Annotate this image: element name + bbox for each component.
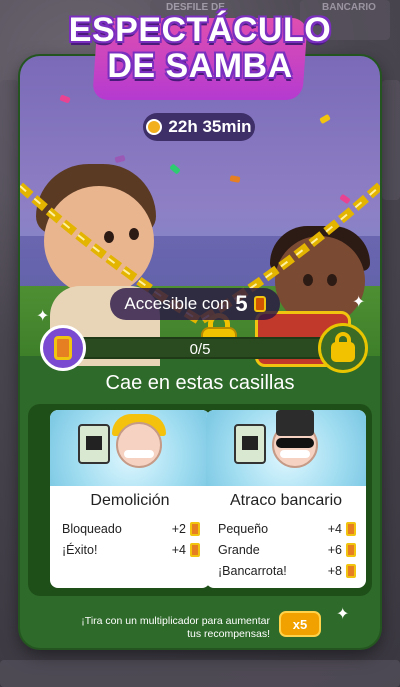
card-art <box>50 410 210 486</box>
progress-bar: 0/5 <box>68 337 332 359</box>
unlock-amount: 5 <box>235 291 248 316</box>
reward-value: +2 <box>171 521 186 536</box>
drum-token-icon <box>190 521 200 536</box>
reward-row: Grande +6 <box>218 539 356 560</box>
unlock-requirement: Accesible con 5 <box>110 288 280 320</box>
reward-label: Grande <box>218 542 260 557</box>
drum-token-icon <box>346 521 356 536</box>
event-timer: 22h 35min <box>143 113 255 141</box>
mustache-icon <box>124 450 154 458</box>
unlock-prefix: Accesible con <box>124 294 230 313</box>
reward-list: Bloqueado +2 ¡Éxito! +4 <box>62 518 200 560</box>
reward-row: Bloqueado +2 <box>62 518 200 539</box>
multiplier-hint: ¡Tira con un multiplicador para aumentar… <box>81 615 270 640</box>
board-tile <box>0 80 18 200</box>
title-line-2: DE SAMBA <box>107 47 293 85</box>
drum-token-icon <box>54 336 72 360</box>
card-name: Demolición <box>90 492 170 509</box>
board-tile-icon <box>234 424 266 464</box>
sparkle-icon: ✦ <box>352 294 366 311</box>
top-hat-icon <box>276 410 314 436</box>
reward-label: Bloqueado <box>62 521 122 536</box>
confetti <box>59 94 71 104</box>
drum-token-icon <box>190 542 200 557</box>
card-art <box>206 410 366 486</box>
reward-label: ¡Bancarrota! <box>218 563 287 578</box>
tile-card-bank-heist: Atraco bancario Pequeño +4 Grande +6 ¡Ba… <box>206 410 366 588</box>
event-title: ESPECTÁCULO DE SAMBA <box>0 12 400 84</box>
reward-label: Pequeño <box>218 521 269 536</box>
progress-text: 0/5 <box>189 341 211 358</box>
board-tile <box>0 660 400 687</box>
padlock-icon <box>318 323 368 373</box>
section-title: Cae en estas casillas <box>105 372 295 394</box>
reward-row: Pequeño +4 <box>218 518 356 539</box>
card-name: Atraco bancario <box>229 492 343 509</box>
reward-value: +6 <box>327 542 342 557</box>
reward-row: ¡Éxito! +4 <box>62 539 200 560</box>
sparkle-icon: ✦ <box>36 308 50 325</box>
drum-token-icon <box>346 542 356 557</box>
multiplier-button[interactable]: x5 <box>279 611 321 637</box>
reward-list: Pequeño +4 Grande +6 ¡Bancarrota! +8 <box>218 518 356 581</box>
sparkle-icon: ✦ <box>336 606 350 623</box>
tiles-panel: Demolición Bloqueado +2 ¡Éxito! +4 Atrac… <box>28 404 372 596</box>
stopwatch-icon <box>146 119 163 135</box>
board-tile-icon <box>78 424 110 464</box>
mr-monopoly-face-icon <box>116 422 162 468</box>
robber-mask-icon <box>276 438 314 448</box>
reward-value: +8 <box>327 563 342 578</box>
board-tile <box>382 80 400 200</box>
tile-card-demolition: Demolición Bloqueado +2 ¡Éxito! +4 <box>50 410 210 588</box>
unlock-progress: 0/5 <box>40 323 368 373</box>
reward-label: ¡Éxito! <box>62 542 98 557</box>
title-line-1: ESPECTÁCULO <box>68 11 332 49</box>
drum-token-badge <box>40 325 86 371</box>
mustache-icon <box>280 450 310 458</box>
reward-value: +4 <box>327 521 342 536</box>
reward-row: ¡Bancarrota! +8 <box>218 560 356 581</box>
reward-value: +4 <box>171 542 186 557</box>
timer-text: 22h 35min <box>168 117 252 136</box>
drum-token-icon <box>253 296 266 312</box>
drum-token-icon <box>346 563 356 578</box>
